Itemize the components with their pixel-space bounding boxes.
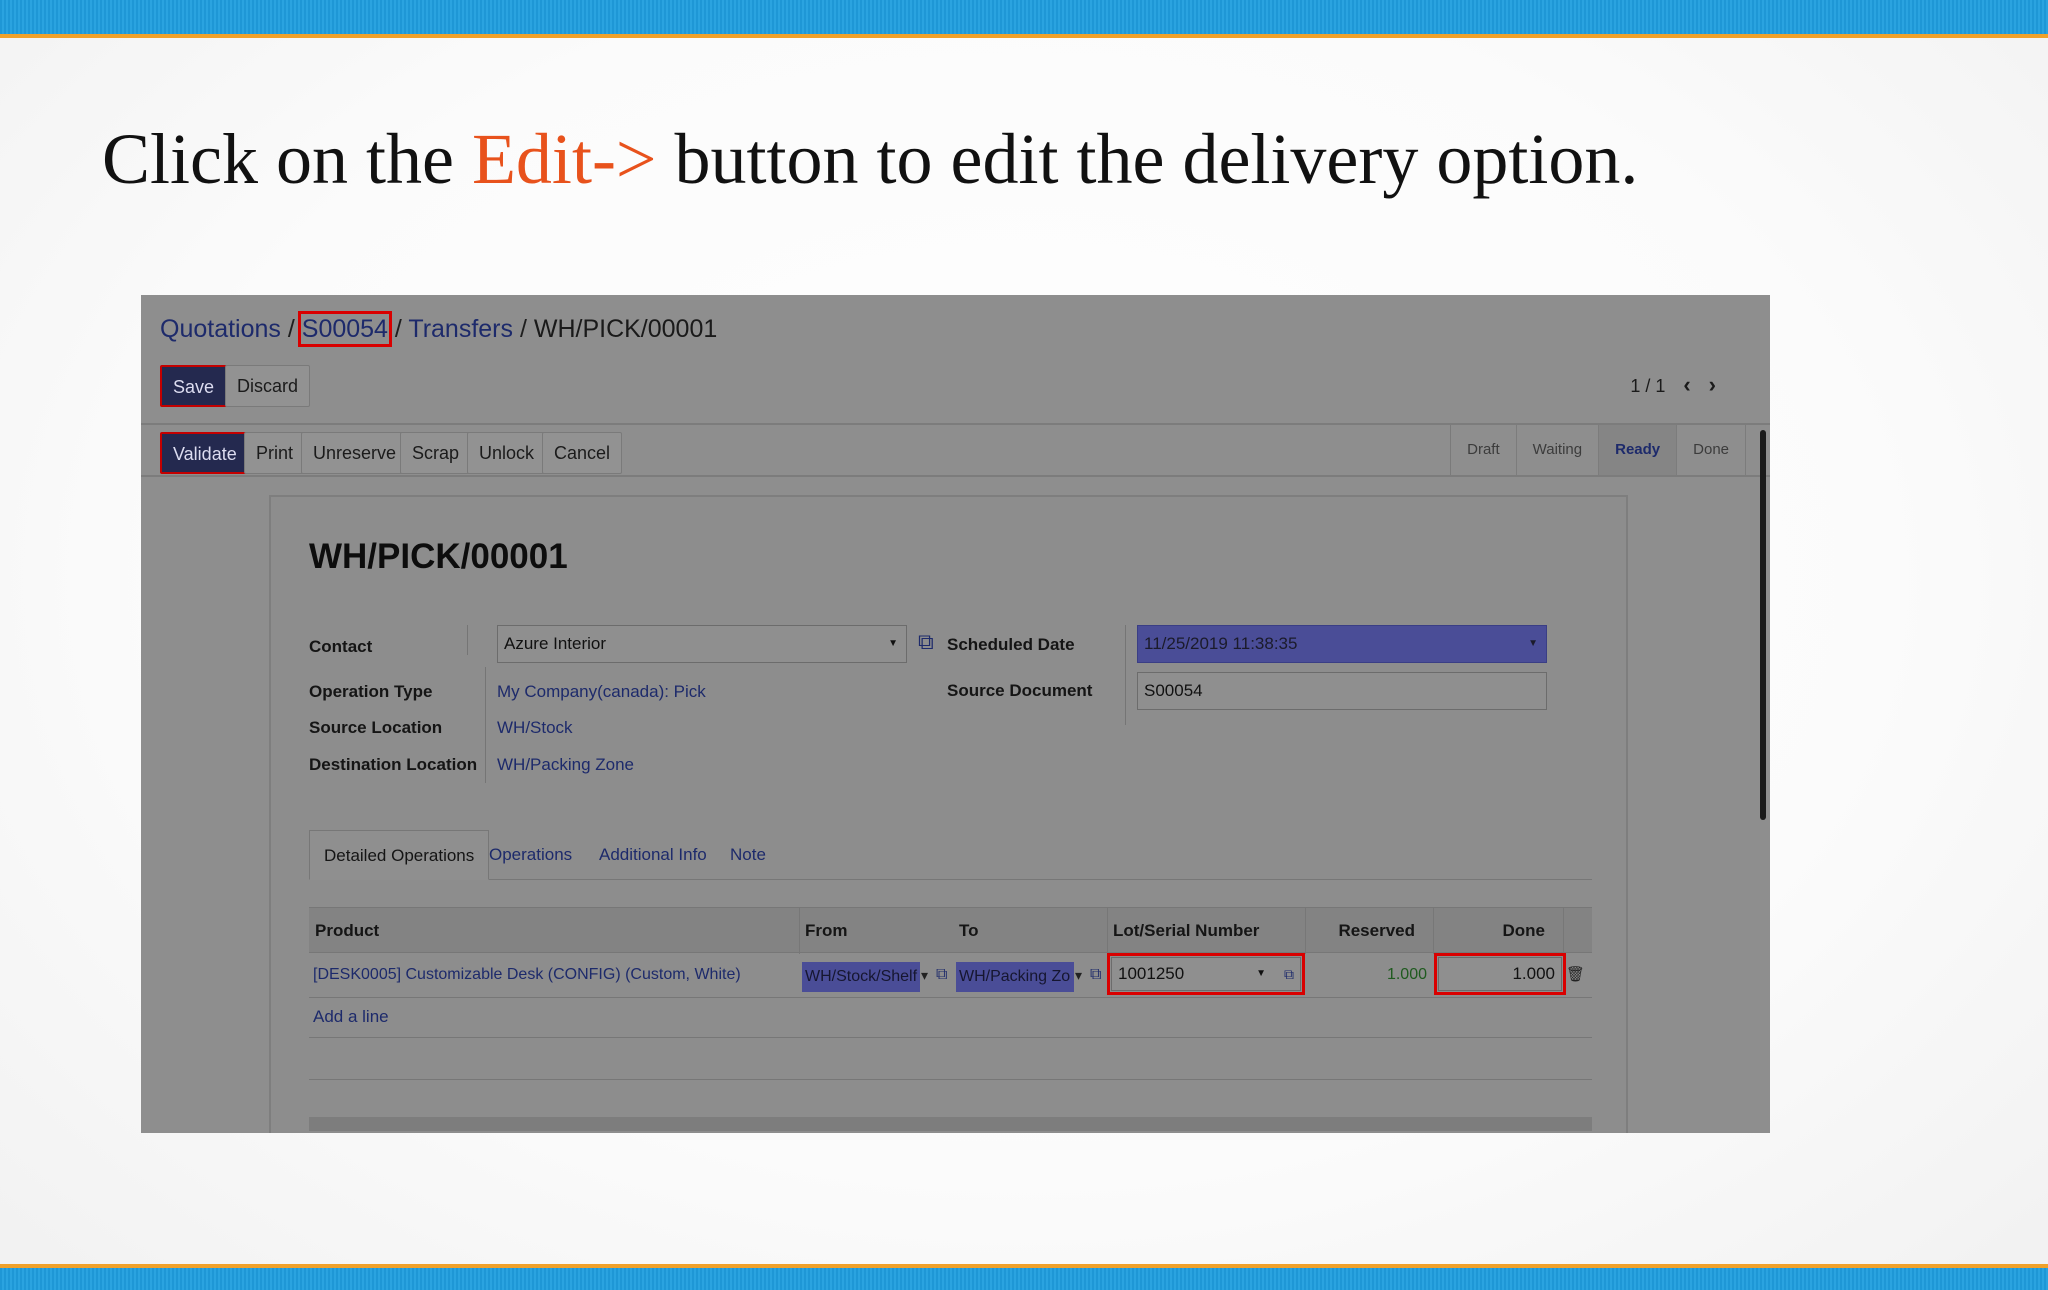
- slide-title: Click on the Edit-> button to edit the d…: [102, 118, 1638, 201]
- status-bar: Draft Waiting Ready Done: [1450, 425, 1746, 475]
- column-from[interactable]: From: [799, 908, 953, 954]
- title-text-end: button to edit the delivery option.: [656, 119, 1639, 199]
- contact-label: Contact: [309, 637, 373, 656]
- chevron-left-icon[interactable]: ‹: [1683, 372, 1690, 397]
- external-link-icon[interactable]: ⧉: [936, 953, 947, 997]
- cell-from[interactable]: WH/Stock/Shelf: [802, 962, 920, 992]
- source-document-field[interactable]: S00054: [1137, 672, 1547, 710]
- contact-value: Azure Interior: [504, 634, 607, 653]
- destination-location-label: Destination Location: [309, 755, 478, 774]
- to-value: WH/Packing Zo: [959, 968, 1071, 985]
- cell-to[interactable]: WH/Packing Zo: [956, 962, 1074, 992]
- divider: [309, 1079, 1592, 1080]
- save-button[interactable]: Save: [160, 365, 228, 407]
- status-ready[interactable]: Ready: [1599, 425, 1678, 475]
- contact-field[interactable]: Azure Interior ▼: [497, 625, 907, 663]
- breadcrumb-separator: /: [387, 315, 409, 343]
- scheduled-date-value: 11/25/2019 11:38:35: [1144, 634, 1298, 653]
- external-link-icon[interactable]: ⧉: [1284, 958, 1294, 990]
- breadcrumb-quotations[interactable]: Quotations: [160, 315, 281, 343]
- destination-location-value[interactable]: WH/Packing Zone: [497, 755, 634, 775]
- dropdown-caret-icon[interactable]: ▾: [1075, 953, 1082, 997]
- table-footer: [309, 1117, 1592, 1131]
- source-document-label: Source Document: [947, 681, 1093, 700]
- operation-type-value[interactable]: My Company(canada): Pick: [497, 682, 706, 702]
- divider: [309, 1037, 1592, 1038]
- dropdown-caret-icon[interactable]: ▼: [1528, 626, 1538, 662]
- divider: [1125, 625, 1126, 725]
- operation-type-label: Operation Type: [309, 682, 433, 701]
- tab-additional-info[interactable]: Additional Info: [585, 830, 721, 880]
- odoo-screenshot: Quotations / S00054 / Transfers / WH/PIC…: [141, 295, 1770, 1133]
- status-draft[interactable]: Draft: [1451, 425, 1517, 475]
- column-product[interactable]: Product: [309, 908, 799, 954]
- done-quantity-field[interactable]: 1.000: [1434, 953, 1566, 995]
- lot-serial-field[interactable]: 1001250 ▼ ⧉: [1107, 953, 1305, 995]
- dropdown-caret-icon[interactable]: ▼: [888, 626, 898, 662]
- breadcrumb-transfers[interactable]: Transfers: [408, 315, 513, 343]
- source-document-value: S00054: [1144, 681, 1203, 700]
- top-decorative-band: [0, 0, 2048, 38]
- source-location-value[interactable]: WH/Stock: [497, 718, 573, 738]
- cell-product[interactable]: [DESK0005] Customizable Desk (CONFIG) (C…: [313, 953, 741, 997]
- tab-detailed-operations[interactable]: Detailed Operations: [309, 830, 490, 880]
- done-value: 1.000: [1512, 964, 1555, 983]
- discard-button[interactable]: Discard: [225, 365, 311, 407]
- breadcrumb: Quotations / S00054 / Transfers / WH/PIC…: [160, 311, 718, 347]
- bottom-decorative-band: [0, 1264, 2048, 1290]
- breadcrumb-current: WH/PICK/00001: [533, 315, 718, 343]
- record-title: WH/PICK/00001: [309, 537, 568, 576]
- breadcrumb-order[interactable]: S00054: [297, 311, 392, 347]
- unreserve-button[interactable]: Unreserve: [301, 432, 409, 474]
- divider: [485, 667, 486, 783]
- column-reserved[interactable]: Reserved: [1305, 908, 1433, 954]
- add-line-link[interactable]: Add a line: [313, 997, 389, 1037]
- trash-icon[interactable]: 🗑: [1566, 953, 1585, 997]
- form-sheet: WH/PICK/00001 Contact Azure Interior ▼ ⧉…: [269, 495, 1628, 1133]
- chevron-right-icon[interactable]: ›: [1709, 372, 1716, 397]
- cancel-button[interactable]: Cancel: [542, 432, 623, 474]
- pager: 1 / 1 ‹ ›: [1630, 372, 1716, 398]
- divider: [309, 997, 1592, 998]
- scheduled-date-field[interactable]: 11/25/2019 11:38:35 ▼: [1137, 625, 1547, 663]
- breadcrumb-separator: /: [513, 315, 534, 343]
- external-link-icon[interactable]: ⧉: [1090, 953, 1101, 997]
- divider: [1563, 908, 1564, 954]
- dropdown-caret-icon[interactable]: ▾: [921, 953, 928, 997]
- validate-button[interactable]: Validate: [160, 432, 250, 474]
- unlock-button[interactable]: Unlock: [467, 432, 547, 474]
- dropdown-caret-icon[interactable]: ▼: [1256, 958, 1266, 990]
- column-lot-serial[interactable]: Lot/Serial Number: [1107, 908, 1305, 954]
- title-accent-text: Edit->: [471, 119, 657, 199]
- table-row[interactable]: [DESK0005] Customizable Desk (CONFIG) (C…: [309, 953, 1592, 997]
- scrollbar[interactable]: [1760, 430, 1766, 820]
- title-text-start: Click on the: [102, 119, 472, 199]
- tab-note[interactable]: Note: [716, 830, 780, 880]
- breadcrumb-separator: /: [280, 315, 302, 343]
- table-header: Product From To Lot/Serial Number Reserv…: [309, 907, 1592, 954]
- status-waiting[interactable]: Waiting: [1517, 425, 1600, 475]
- tab-operations[interactable]: Operations: [475, 830, 586, 880]
- cell-reserved: 1.000: [1386, 966, 1427, 983]
- divider: [467, 625, 468, 655]
- from-value: WH/Stock/Shelf: [805, 968, 918, 985]
- divider: [141, 475, 1770, 477]
- source-location-label: Source Location: [309, 718, 443, 737]
- pager-counter[interactable]: 1 / 1: [1630, 376, 1665, 396]
- column-to[interactable]: To: [953, 908, 1107, 954]
- scheduled-date-label: Scheduled Date: [947, 635, 1075, 654]
- notebook-tabs: Detailed Operations Operations Additiona…: [309, 830, 1592, 880]
- column-done[interactable]: Done: [1433, 908, 1563, 954]
- print-button[interactable]: Print: [244, 432, 306, 474]
- lot-value: 1001250: [1118, 964, 1185, 983]
- scrap-button[interactable]: Scrap: [400, 432, 472, 474]
- status-done[interactable]: Done: [1677, 425, 1746, 475]
- external-link-icon[interactable]: ⧉: [918, 629, 934, 655]
